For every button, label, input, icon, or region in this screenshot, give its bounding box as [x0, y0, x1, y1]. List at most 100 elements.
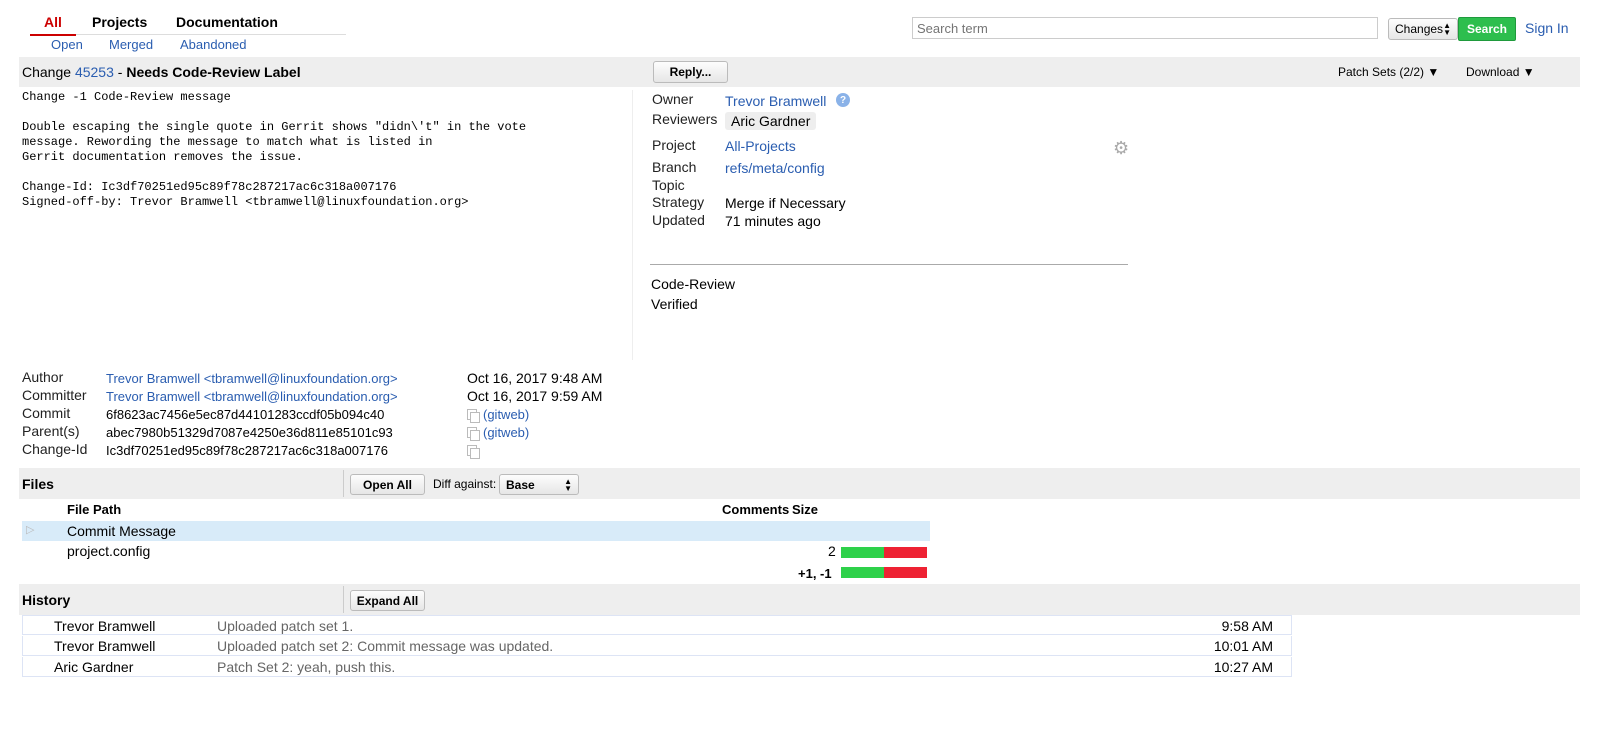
history-author: Trevor Bramwell — [54, 618, 156, 634]
history-message: Patch Set 2: yeah, push this. — [217, 659, 396, 675]
files-bar-divider — [343, 470, 344, 497]
select-arrows-icon: ▲ ▼ — [564, 476, 572, 493]
deleted-lines-bar — [884, 547, 927, 558]
updated-label: Updated — [652, 212, 705, 228]
parent-hash: abec7980b51329d7087e4250e36d811e85101c93 — [106, 425, 393, 440]
parent-label: Parent(s) — [22, 423, 80, 439]
history-time: 9:58 AM — [1221, 618, 1273, 634]
download-label: Download — [1466, 65, 1520, 79]
col-comments: Comments — [722, 502, 790, 517]
history-message: Uploaded patch set 1. — [217, 618, 354, 634]
table-row[interactable]: ▷ Commit Message — [22, 521, 930, 541]
subnav-open[interactable]: Open — [51, 37, 83, 52]
committer-link[interactable]: Trevor Bramwell <tbramwell@linuxfoundati… — [106, 389, 398, 404]
diff-against-select[interactable]: Base ▲ ▼ — [499, 474, 579, 495]
owner-link[interactable]: Trevor Bramwell — [725, 93, 826, 109]
added-lines-bar — [841, 547, 884, 558]
project-link[interactable]: All-Projects — [725, 138, 796, 154]
file-path-link[interactable]: project.config — [67, 543, 150, 559]
changeid-label: Change-Id — [22, 441, 88, 457]
copy-icon[interactable] — [467, 445, 480, 459]
files-section-title: Files — [22, 476, 54, 492]
total-deleted-bar — [884, 567, 927, 578]
history-header-bar — [19, 584, 1580, 615]
triangle-right-icon[interactable]: ▷ — [26, 523, 34, 536]
expand-all-button[interactable]: Expand All — [350, 590, 425, 611]
diff-against-label: Diff against: — [433, 477, 497, 491]
search-input[interactable] — [912, 17, 1378, 39]
commit-hash: 6f8623ac7456e5ec87d44101283ccdf05b094c40 — [106, 407, 385, 422]
col-file-path: File Path — [67, 502, 122, 517]
open-all-button[interactable]: Open All — [350, 474, 425, 495]
patch-sets-label: Patch Sets (2/2) — [1338, 65, 1425, 79]
label-verified: Verified — [651, 296, 698, 312]
copy-icon[interactable] — [467, 409, 480, 423]
history-author: Aric Gardner — [54, 659, 134, 675]
branch-label: Branch — [652, 159, 697, 175]
commit-message: Change -1 Code-Review message Double esc… — [22, 90, 527, 209]
history-row[interactable]: Aric Gardner Patch Set 2: yeah, push thi… — [22, 657, 1292, 677]
change-separator: - — [117, 64, 123, 80]
subnav-abandoned[interactable]: Abandoned — [180, 37, 247, 52]
search-scope-label: Changes — [1395, 22, 1444, 36]
history-row[interactable]: Trevor Bramwell Uploaded patch set 2: Co… — [22, 636, 1292, 656]
updated-value: 71 minutes ago — [725, 213, 821, 229]
change-title: Change 45253 - Needs Code-Review Label — [22, 64, 301, 80]
reviewer-chip[interactable]: Aric Gardner — [725, 112, 817, 130]
top-nav: All Projects Documentation — [30, 12, 346, 36]
subnav-merged[interactable]: Merged — [109, 37, 153, 52]
changeid-value: Ic3df70251ed95c89f78c287217ac6c318a00717… — [106, 443, 388, 458]
strategy-label: Strategy — [652, 194, 705, 210]
author-label: Author — [22, 369, 64, 385]
select-arrows-icon: ▲ ▼ — [1443, 21, 1451, 37]
strategy-value: Merge if Necessary — [725, 195, 846, 211]
parent-gitweb-link[interactable]: (gitweb) — [483, 425, 529, 440]
file-path-link[interactable]: Commit Message — [67, 523, 176, 539]
gear-icon[interactable]: ⚙ — [1113, 138, 1129, 159]
history-bar-divider — [343, 586, 344, 613]
change-subject: Needs Code-Review Label — [126, 64, 301, 80]
tab-projects[interactable]: Projects — [92, 14, 147, 30]
committer-label: Committer — [22, 387, 87, 403]
commit-gitweb-link[interactable]: (gitweb) — [483, 407, 529, 422]
triangle-down-icon: ▼ — [1427, 65, 1440, 79]
history-time: 10:01 AM — [1213, 638, 1273, 654]
topic-label: Topic — [652, 177, 685, 193]
history-message: Uploaded patch set 2: Commit message was… — [217, 638, 554, 654]
history-time: 10:27 AM — [1213, 659, 1273, 675]
change-number-link[interactable]: 45253 — [75, 64, 114, 80]
change-prefix: Change — [22, 64, 72, 80]
file-size: 2 — [828, 543, 836, 559]
history-row[interactable]: Trevor Bramwell Uploaded patch set 1. 9:… — [22, 615, 1292, 635]
commit-label: Commit — [22, 405, 71, 421]
committer-date: Oct 16, 2017 9:59 AM — [467, 388, 603, 404]
triangle-down-icon: ▼ — [1522, 65, 1535, 79]
patch-sets-dropdown[interactable]: Patch Sets (2/2) ▼ — [1338, 65, 1439, 79]
reviewers-label: Reviewers — [652, 111, 718, 127]
column-divider — [632, 90, 633, 360]
author-date: Oct 16, 2017 9:48 AM — [467, 370, 603, 386]
history-author: Trevor Bramwell — [54, 638, 156, 654]
owner-label: Owner — [652, 91, 694, 107]
author-link[interactable]: Trevor Bramwell <tbramwell@linuxfoundati… — [106, 371, 398, 386]
labels-divider — [650, 264, 1128, 265]
files-header-bar — [19, 468, 1580, 499]
table-row[interactable]: project.config 2 — [22, 541, 930, 561]
files-total: +1, -1 — [798, 566, 832, 581]
tab-documentation[interactable]: Documentation — [176, 14, 278, 30]
tab-all[interactable]: All — [30, 14, 76, 36]
search-button[interactable]: Search — [1458, 17, 1516, 41]
label-code-review: Code-Review — [651, 276, 736, 292]
col-size: Size — [792, 502, 819, 517]
copy-icon[interactable] — [467, 427, 480, 441]
help-icon[interactable]: ? — [836, 93, 850, 107]
download-dropdown[interactable]: Download ▼ — [1466, 65, 1535, 79]
history-section-title: History — [22, 592, 71, 608]
total-added-bar — [841, 567, 884, 578]
reply-button[interactable]: Reply... — [653, 61, 728, 83]
project-label: Project — [652, 137, 696, 153]
sign-in-link[interactable]: Sign In — [1525, 20, 1569, 36]
branch-link[interactable]: refs/meta/config — [725, 160, 825, 176]
search-scope-select[interactable]: Changes ▲ ▼ — [1388, 18, 1458, 40]
diff-against-value: Base — [506, 477, 535, 492]
